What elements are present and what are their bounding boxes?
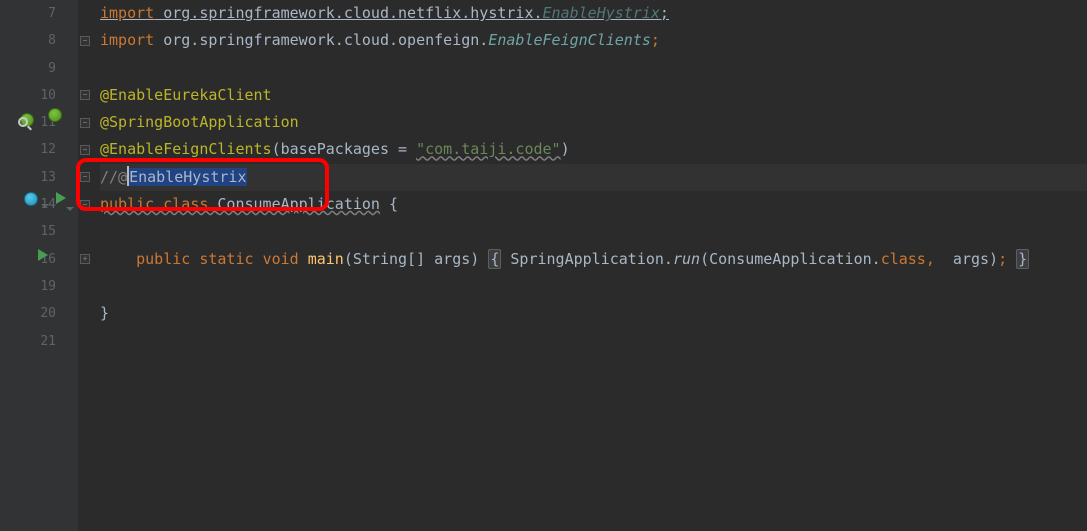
- args: args): [935, 250, 998, 268]
- spring-bean-icon[interactable]: [48, 108, 64, 124]
- paren-open: (: [272, 140, 281, 158]
- spring-component-icon[interactable]: [24, 192, 40, 208]
- code-line[interactable]: public class ConsumeApplication {: [100, 191, 1087, 218]
- keyword-static: static: [199, 250, 262, 268]
- code-line[interactable]: @SpringBootApplication: [100, 109, 1087, 136]
- annotation: @SpringBootApplication: [100, 113, 299, 131]
- line-numbers: 7 8 9 10 11 12 13 14 15 16 19 20 21: [40, 0, 56, 355]
- fold-expand-icon[interactable]: +: [80, 254, 90, 264]
- paren-open: (: [700, 250, 709, 268]
- fold-brace-open[interactable]: {: [488, 249, 501, 269]
- line-number: 21: [40, 328, 56, 355]
- dropdown-arrow-icon[interactable]: [41, 204, 49, 208]
- selected-text: EnableHystrix: [129, 168, 246, 186]
- fold-toggle-icon[interactable]: −: [80, 90, 90, 100]
- fold-toggle-icon[interactable]: −: [80, 145, 90, 155]
- annotation: @EnableFeignClients: [100, 140, 272, 158]
- comment-prefix: //@: [100, 168, 127, 186]
- param-name: basePackages: [281, 140, 389, 158]
- fold-toggle-icon[interactable]: −: [80, 118, 90, 128]
- gutter: 7 8 9 10 11 12 13 14 15 16 19 20 21: [0, 0, 78, 531]
- code-line-empty[interactable]: [100, 55, 1087, 82]
- class-name: ConsumeApplication: [217, 195, 380, 213]
- code-line-empty[interactable]: [100, 218, 1087, 245]
- class-name: EnableHystrix: [543, 4, 660, 22]
- fold-toggle-icon[interactable]: −: [80, 200, 90, 210]
- code-editor[interactable]: 7 8 9 10 11 12 13 14 15 16 19 20 21: [0, 0, 1087, 531]
- run-method-icon[interactable]: [38, 249, 54, 265]
- semicolon: ;: [660, 4, 669, 22]
- keyword-import: import: [100, 4, 154, 22]
- code-line[interactable]: @EnableEurekaClient: [100, 82, 1087, 109]
- spring-bean-icon[interactable]: [20, 113, 36, 129]
- code-line-current[interactable]: //@EnableHystrix: [100, 164, 1087, 191]
- line-number: 20: [40, 300, 56, 327]
- indent: [100, 250, 136, 268]
- keyword-public: public: [100, 195, 163, 213]
- package-path: org.springframework.cloud.netflix.hystri…: [154, 4, 542, 22]
- code-line[interactable]: import org.springframework.cloud.openfei…: [100, 27, 1087, 54]
- line-number: 19: [40, 273, 56, 300]
- code-line[interactable]: public static void main(String[] args) {…: [100, 246, 1087, 273]
- keyword-class: class: [881, 250, 926, 268]
- static-method: run: [673, 250, 700, 268]
- line-number: 9: [40, 55, 56, 82]
- code-line[interactable]: import org.springframework.cloud.netflix…: [100, 0, 1087, 27]
- string-literal: "com.taiji.code": [416, 140, 561, 158]
- keyword-public: public: [136, 250, 199, 268]
- class-ref: SpringApplication.: [510, 250, 673, 268]
- keyword-class: class: [163, 195, 217, 213]
- fold-brace-close[interactable]: }: [1016, 249, 1029, 269]
- paren-close: ): [561, 140, 570, 158]
- line-number: 13: [40, 164, 56, 191]
- dropdown-arrow-icon[interactable]: [66, 207, 74, 211]
- line-number: 10: [40, 82, 56, 109]
- method-name: main: [308, 250, 344, 268]
- code-line[interactable]: }: [100, 300, 1087, 327]
- code-line[interactable]: @EnableFeignClients(basePackages = "com.…: [100, 136, 1087, 163]
- class-name: EnableFeignClients: [488, 31, 651, 49]
- fold-toggle-icon[interactable]: −: [80, 172, 90, 182]
- semicolon: ;: [651, 31, 660, 49]
- keyword-import: import: [100, 31, 154, 49]
- annotation: @EnableEurekaClient: [100, 86, 272, 104]
- line-number: 8: [40, 27, 56, 54]
- comma: ,: [926, 250, 935, 268]
- equals: =: [389, 140, 416, 158]
- semicolon: ;: [998, 250, 1007, 268]
- code-line-empty[interactable]: [100, 273, 1087, 300]
- line-number: 7: [40, 0, 56, 27]
- line-number: 12: [40, 136, 56, 163]
- class-ref: ConsumeApplication.: [709, 250, 881, 268]
- brace-open: {: [380, 195, 398, 213]
- package-path: org.springframework.cloud.openfeign.: [154, 31, 488, 49]
- brace-close: }: [100, 304, 109, 322]
- fold-toggle-icon[interactable]: −: [80, 36, 90, 46]
- run-class-icon[interactable]: [56, 192, 72, 208]
- code-line-empty[interactable]: [100, 328, 1087, 355]
- params: (String[] args): [344, 250, 479, 268]
- line-number: 15: [40, 218, 56, 245]
- keyword-void: void: [263, 250, 308, 268]
- code-content[interactable]: import org.springframework.cloud.netflix…: [82, 0, 1087, 355]
- code-area[interactable]: − − − − − − + import org.springframework…: [78, 0, 1087, 531]
